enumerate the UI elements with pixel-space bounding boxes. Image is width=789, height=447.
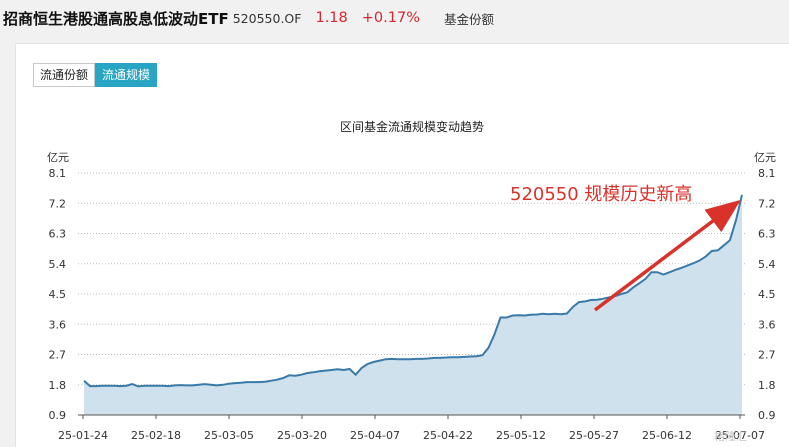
y-tick-label-right: 3.6 bbox=[758, 318, 776, 331]
y-tick-label-right: 1.8 bbox=[758, 379, 776, 392]
y-tick-label-right: 4.5 bbox=[758, 288, 776, 301]
chart-title: 区间基金流通规模变动趋势 bbox=[340, 119, 484, 134]
x-tick-label: 25-04-22 bbox=[423, 429, 473, 442]
y-tick-label-left: 0.9 bbox=[49, 409, 67, 422]
x-tick-label: 25-05-27 bbox=[569, 429, 619, 442]
scale-trend-chart: 区间基金流通规模变动趋势 亿元 亿元 0.9 0.9 1.8 1.8 2.7 2.7 3.6… bbox=[47, 119, 776, 443]
y-tick-label-left: 5.4 bbox=[49, 258, 67, 271]
y-tick-label-left: 7.2 bbox=[49, 197, 67, 210]
y-unit-right: 亿元 bbox=[754, 151, 776, 164]
y-tick-label-right: 5.4 bbox=[758, 258, 776, 271]
y-tick-label-left: 3.6 bbox=[49, 318, 67, 331]
y-tick-label-right: 8.1 bbox=[758, 167, 776, 180]
y-unit-left: 亿元 bbox=[47, 151, 69, 164]
y-tick-label-left: 4.5 bbox=[49, 288, 67, 301]
x-tick-label: 25-01-24 bbox=[58, 429, 108, 442]
scale-area bbox=[84, 194, 742, 415]
x-axis-ticks: 25-01-24 25-02-18 25-03-05 25-03-20 25-04-07… bbox=[58, 415, 765, 442]
y-tick-label-left: 8.1 bbox=[49, 167, 67, 180]
y-tick-label-right: 7.2 bbox=[758, 197, 776, 210]
y-tick-label-left: 1.8 bbox=[49, 379, 67, 392]
y-tick-label-right: 0.9 bbox=[758, 409, 776, 422]
x-tick-label: 25-03-05 bbox=[204, 429, 254, 442]
y-tick-label-left: 2.7 bbox=[49, 349, 67, 362]
x-tick-label: 25-02-18 bbox=[131, 429, 181, 442]
y-tick-label-left: 6.3 bbox=[49, 228, 67, 241]
annotation-text: 520550 规模历史新高 bbox=[510, 184, 692, 205]
y-tick-label-right: 2.7 bbox=[758, 349, 776, 362]
y-tick-label-right: 6.3 bbox=[758, 228, 776, 241]
x-tick-label: 25-03-20 bbox=[277, 429, 327, 442]
x-tick-label: 25-06-12 bbox=[642, 429, 692, 442]
x-tick-label: 25-04-07 bbox=[350, 429, 400, 442]
x-tick-label: 25-05-12 bbox=[496, 429, 546, 442]
watermark: 格隆汇 bbox=[714, 429, 747, 443]
